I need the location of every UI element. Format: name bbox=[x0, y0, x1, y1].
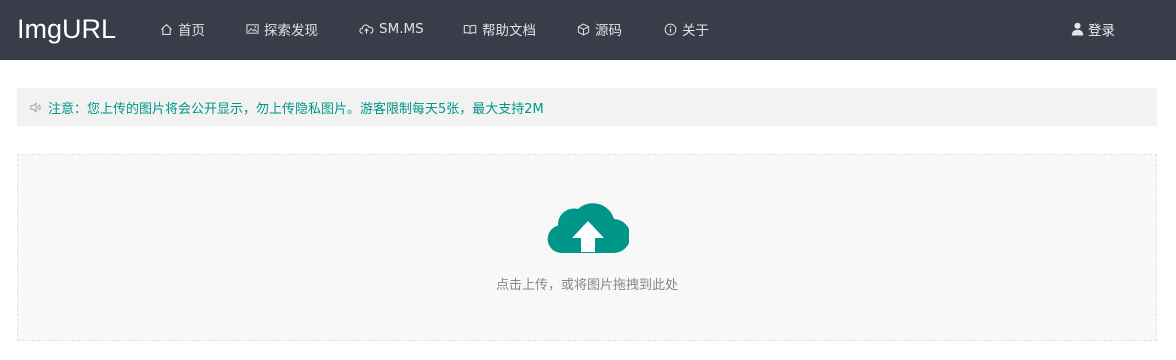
top-navbar: ImgURL 首页 探索发现 SM.MS 帮助文档 源码 关于 登录 bbox=[0, 0, 1176, 60]
cloud-upload-icon bbox=[547, 203, 629, 253]
nav-help-label: 帮助文档 bbox=[482, 23, 536, 39]
nav-home-label: 首页 bbox=[178, 23, 205, 39]
nav-explore[interactable]: 探索发现 bbox=[246, 19, 318, 39]
nav-explore-label: 探索发现 bbox=[264, 23, 318, 39]
box-icon bbox=[577, 23, 590, 35]
upload-dropzone[interactable]: 点击上传，或将图片拖拽到此处 bbox=[17, 154, 1157, 341]
cloud-upload-icon bbox=[359, 24, 374, 34]
brand-logo[interactable]: ImgURL bbox=[17, 11, 116, 47]
image-icon bbox=[246, 24, 259, 34]
nav-about-label: 关于 bbox=[682, 23, 709, 39]
nav-source[interactable]: 源码 bbox=[577, 19, 622, 39]
login-label: 登录 bbox=[1088, 23, 1115, 39]
nav-home[interactable]: 首页 bbox=[160, 19, 205, 39]
nav-source-label: 源码 bbox=[595, 23, 622, 39]
notice-text: 注意：您上传的图片将会公开显示，勿上传隐私图片。游客限制每天5张，最大支持2M bbox=[48, 101, 544, 117]
nav-about[interactable]: 关于 bbox=[664, 19, 709, 39]
home-icon bbox=[161, 23, 172, 35]
nav-smms[interactable]: SM.MS bbox=[359, 19, 424, 39]
upload-hint: 点击上传，或将图片拖拽到此处 bbox=[495, 278, 678, 293]
user-icon bbox=[1071, 22, 1084, 36]
notice-banner: 注意：您上传的图片将会公开显示，勿上传隐私图片。游客限制每天5张，最大支持2M bbox=[17, 88, 1157, 126]
nav-smms-label: SM.MS bbox=[379, 21, 424, 37]
login-button[interactable]: 登录 bbox=[1071, 19, 1115, 39]
nav-help-docs[interactable]: 帮助文档 bbox=[463, 19, 536, 39]
speaker-icon bbox=[30, 101, 41, 113]
info-icon bbox=[664, 23, 677, 35]
book-icon bbox=[463, 24, 477, 35]
